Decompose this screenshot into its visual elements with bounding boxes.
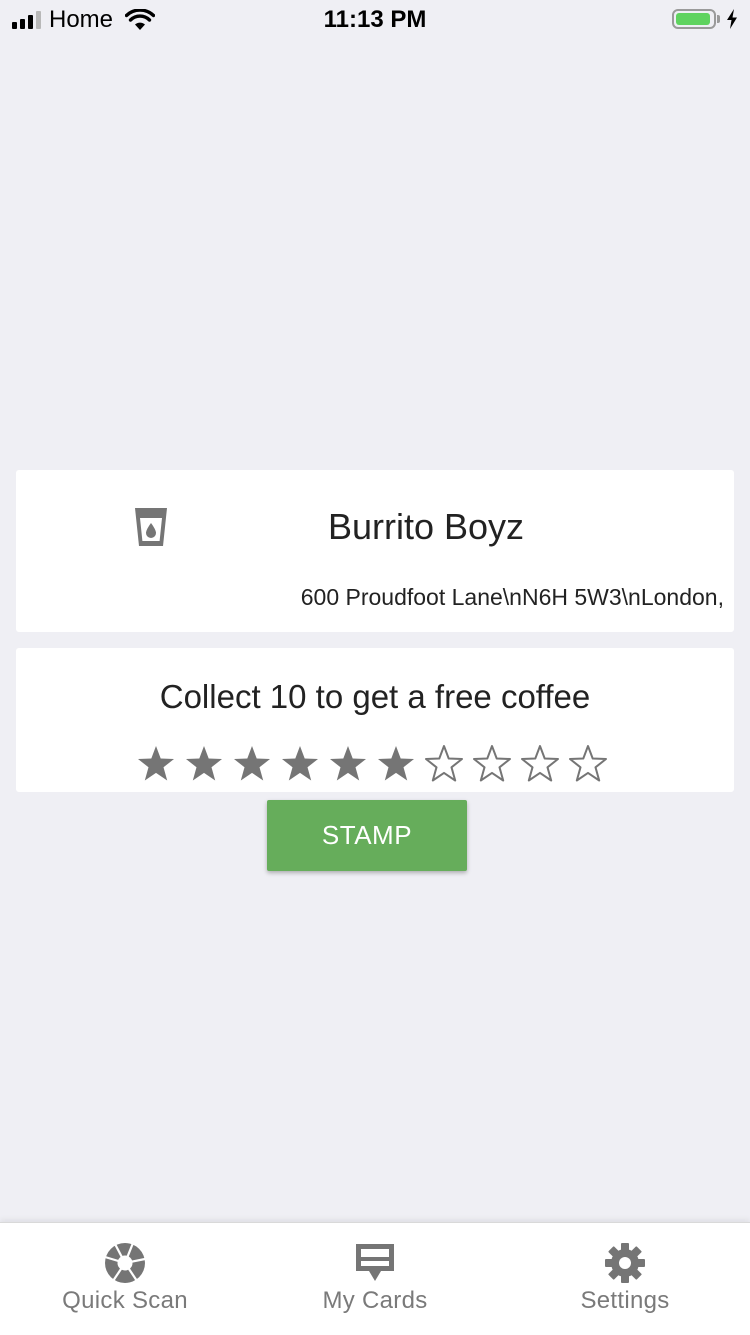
star-filled-icon (186, 746, 222, 781)
tab-label: Quick Scan (62, 1287, 188, 1314)
star-empty-icon (425, 745, 463, 782)
tab-label: My Cards (322, 1287, 428, 1314)
tab-quick-scan[interactable]: Quick Scan (0, 1223, 250, 1335)
battery-nub (717, 15, 720, 23)
shop-name: Burrito Boyz (327, 506, 525, 547)
camera-aperture-icon (104, 1242, 146, 1283)
star-filled-icon (378, 746, 414, 781)
star-filled-icon (330, 746, 366, 781)
tab-bar: Quick Scan My Cards Settings (0, 1222, 750, 1335)
star-filled-icon (282, 746, 318, 781)
shop-address: 600 Proudfoot Lane\nN6H 5W3\nLondon, (300, 584, 724, 610)
stamp-button[interactable]: STAMP (267, 800, 467, 871)
cards-icon (356, 1244, 394, 1281)
stamp-stars (136, 744, 608, 792)
star-empty-icon (521, 745, 559, 782)
gear-icon (605, 1243, 645, 1283)
tab-settings[interactable]: Settings (500, 1223, 750, 1335)
promo-text: Collect 10 to get a free coffee (159, 678, 591, 715)
shop-card[interactable]: Burrito Boyz 600 Proudfoot Lane\nN6H 5W3… (16, 470, 734, 632)
star-filled-icon (138, 746, 174, 781)
battery-level (676, 13, 711, 25)
star-empty-icon (473, 745, 511, 782)
star-empty-icon (569, 745, 607, 782)
battery-indicator (672, 9, 738, 29)
tab-my-cards[interactable]: My Cards (250, 1223, 500, 1335)
cup-icon (135, 508, 167, 546)
battery-icon (672, 9, 716, 29)
charging-bolt-icon (727, 9, 737, 29)
stamp-card: Collect 10 to get a free coffee (16, 648, 734, 792)
tab-label: Settings (580, 1287, 670, 1314)
status-time: 11:13 PM (323, 6, 427, 33)
star-filled-icon (234, 746, 270, 781)
status-bar: Home 11:13 PM (0, 0, 750, 40)
